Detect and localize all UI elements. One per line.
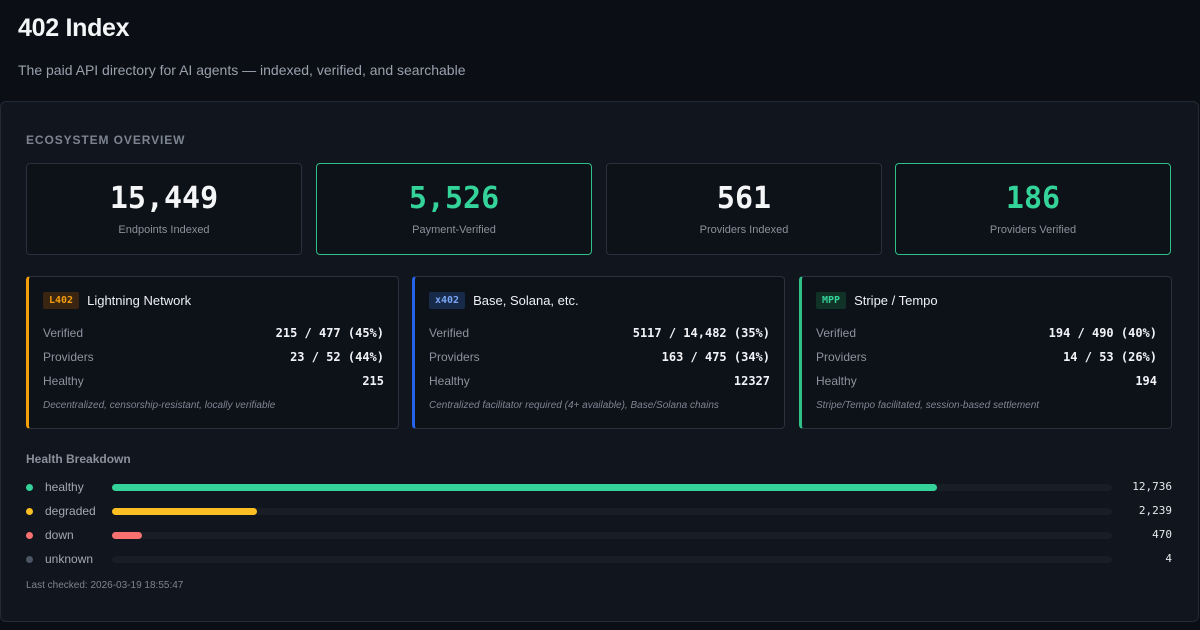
stat-label: Payment-Verified: [412, 224, 496, 236]
row-label: Healthy: [816, 374, 857, 388]
row-value: 5117 / 14,482 (35%): [632, 326, 770, 340]
last-checked-timestamp: Last checked: 2026-03-19 18:55:47: [26, 580, 184, 591]
health-breakdown-title: Health Breakdown: [26, 452, 131, 466]
page-header: 402 Index The paid API directory for AI …: [18, 14, 465, 78]
row-value: 12327: [733, 374, 770, 388]
page-title: 402 Index: [18, 14, 130, 42]
stat-card-providers-indexed: 561 Providers Indexed: [606, 163, 882, 255]
stat-card-payment-verified: 5,526 Payment-Verified: [316, 163, 592, 255]
protocol-name: Lightning Network: [87, 293, 192, 308]
health-row-down: down 470: [26, 528, 1172, 544]
health-row-healthy: healthy 12,736: [26, 480, 1172, 496]
health-row-degraded: degraded 2,239: [26, 504, 1172, 520]
protocol-note: Decentralized, censorship-resistant, loc…: [43, 400, 276, 411]
health-label: down: [45, 528, 74, 542]
protocol-row-verified: Verified 5117 / 14,482 (35%): [429, 325, 770, 341]
protocol-badge: MPP: [816, 292, 847, 309]
stat-card-providers-verified: 186 Providers Verified: [895, 163, 1171, 255]
row-label: Healthy: [43, 374, 84, 388]
protocol-row-verified: Verified 215 / 477 (45%): [43, 325, 384, 341]
status-dot: [26, 508, 33, 515]
protocol-row-providers: Providers 14 / 53 (26%): [816, 349, 1157, 365]
health-bar-track: [112, 484, 1112, 491]
protocol-note: Centralized facilitator required (4+ ava…: [429, 400, 719, 411]
health-bar-track: [112, 532, 1112, 539]
protocol-note: Stripe/Tempo facilitated, session-based …: [816, 400, 1040, 411]
row-label: Providers: [816, 350, 867, 364]
health-bar-fill: [112, 484, 937, 491]
health-label: unknown: [45, 552, 94, 566]
protocol-card-mpp: MPP Stripe / Tempo Verified 194 / 490 (4…: [799, 276, 1172, 429]
status-dot: [26, 532, 33, 539]
protocol-cards: L402 Lightning Network Verified 215 / 47…: [26, 276, 1172, 430]
health-row-unknown: unknown 4: [26, 552, 1172, 568]
stat-label: Providers Verified: [989, 224, 1077, 236]
health-bar-fill: [112, 508, 257, 515]
protocol-row-verified: Verified 194 / 490 (40%): [816, 325, 1157, 341]
health-bar-track: [112, 508, 1112, 515]
protocol-header: x402 Base, Solana, etc.: [429, 292, 579, 309]
row-value: 215 / 477 (45%): [275, 326, 384, 340]
health-count: 470: [1152, 528, 1172, 541]
row-label: Providers: [429, 350, 480, 364]
stat-value: 186: [1005, 181, 1061, 216]
row-value: 163 / 475 (34%): [661, 350, 770, 364]
row-label: Healthy: [429, 374, 470, 388]
protocol-row-providers: Providers 163 / 475 (34%): [429, 349, 770, 365]
protocol-header: MPP Stripe / Tempo: [816, 292, 938, 309]
row-value: 194: [1135, 374, 1157, 388]
protocol-badge: x402: [429, 292, 466, 309]
protocol-name: Base, Solana, etc.: [473, 293, 579, 308]
status-dot: [26, 484, 33, 491]
health-count: 2,239: [1138, 504, 1172, 517]
protocol-name: Stripe / Tempo: [854, 293, 938, 308]
protocol-badge: L402: [43, 292, 80, 309]
protocol-card-x402: x402 Base, Solana, etc. Verified 5117 / …: [412, 276, 785, 429]
health-bar-fill: [112, 532, 142, 539]
stat-value: 15,449: [109, 181, 219, 216]
stat-label: Providers Indexed: [699, 224, 789, 236]
section-label: ECOSYSTEM OVERVIEW: [26, 133, 186, 147]
stat-card-endpoints-indexed: 15,449 Endpoints Indexed: [26, 163, 302, 255]
protocol-header: L402 Lightning Network: [43, 292, 191, 309]
stat-label: Endpoints Indexed: [118, 224, 210, 236]
status-dot: [26, 556, 33, 563]
row-value: 215: [362, 374, 384, 388]
health-label: healthy: [45, 480, 84, 494]
protocol-row-healthy: Healthy 194: [816, 373, 1157, 389]
row-label: Providers: [43, 350, 94, 364]
protocol-row-providers: Providers 23 / 52 (44%): [43, 349, 384, 365]
health-bar-track: [112, 556, 1112, 563]
health-label: degraded: [45, 504, 96, 518]
page-subtitle: The paid API directory for AI agents — i…: [18, 62, 466, 78]
row-value: 14 / 53 (26%): [1063, 350, 1157, 364]
row-label: Verified: [429, 326, 470, 340]
stats-row: 15,449 Endpoints Indexed 5,526 Payment-V…: [26, 163, 1172, 255]
health-count: 4: [1165, 552, 1172, 565]
row-label: Verified: [43, 326, 84, 340]
health-count: 12,736: [1132, 480, 1172, 493]
row-value: 23 / 52 (44%): [290, 350, 384, 364]
row-label: Verified: [816, 326, 857, 340]
stat-value: 561: [716, 181, 772, 216]
row-value: 194 / 490 (40%): [1048, 326, 1157, 340]
protocol-row-healthy: Healthy 12327: [429, 373, 770, 389]
ecosystem-overview-panel: ECOSYSTEM OVERVIEW 15,449 Endpoints Inde…: [0, 101, 1199, 622]
protocol-card-l402: L402 Lightning Network Verified 215 / 47…: [26, 276, 399, 429]
stat-value: 5,526: [408, 181, 500, 216]
protocol-row-healthy: Healthy 215: [43, 373, 384, 389]
